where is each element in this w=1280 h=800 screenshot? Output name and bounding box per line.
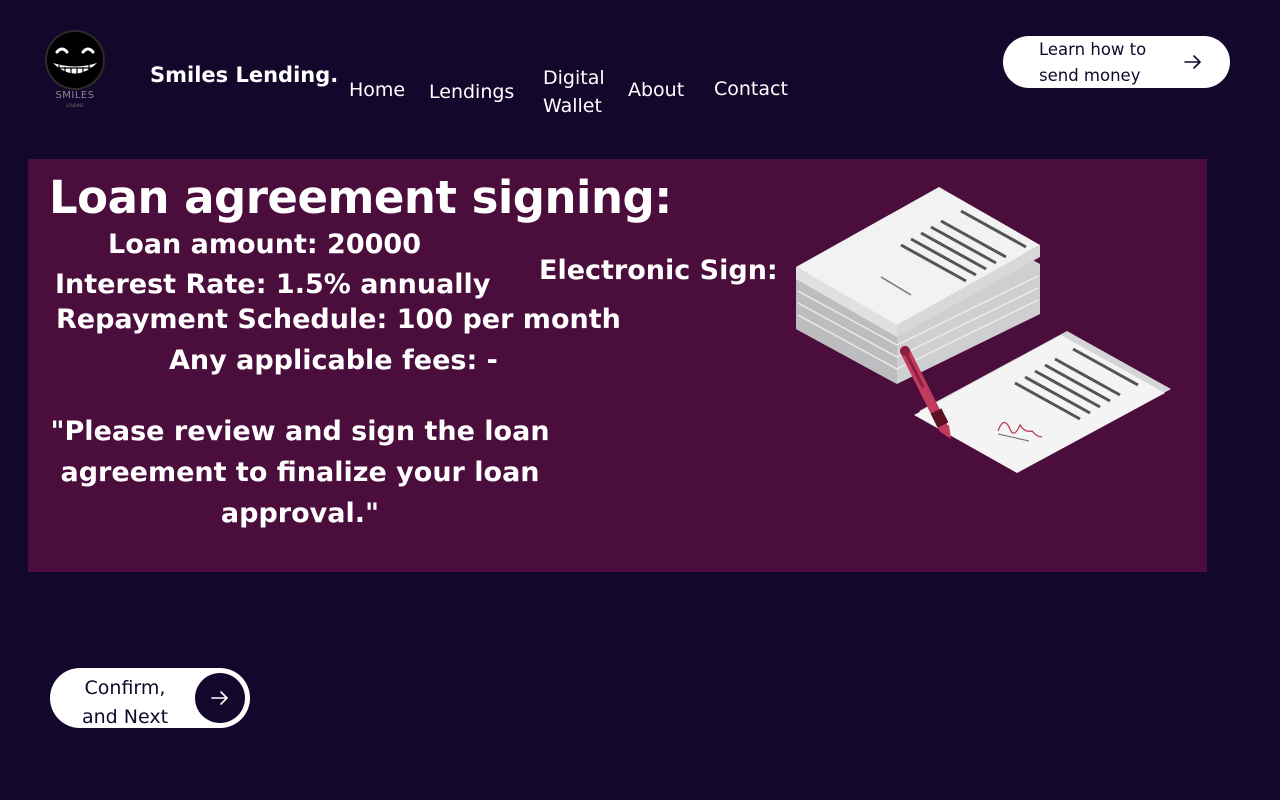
signing-instruction-line3: approval." [220,498,380,529]
page-title: Loan agreement signing: [49,171,672,224]
nav-contact[interactable]: Contact [714,75,788,103]
signing-instruction-line1: "Please review and sign the loan [50,416,550,447]
confirm-next-line2: and Next [81,706,169,728]
confirm-next-label: Confirm, and Next [72,674,178,732]
logo[interactable]: SMILES LENDING [43,30,107,112]
applicable-fees: Any applicable fees: - [169,345,498,376]
loan-agreement-panel: Loan agreement signing: Loan amount: 200… [28,159,1207,572]
signed-documents-pen-illustration [796,187,1171,473]
document-stack-icon [796,187,1040,384]
interest-rate: Interest Rate: 1.5% annually [55,269,491,300]
signing-instruction: "Please review and sign the loan agreeme… [50,411,550,534]
learn-send-money-line2: send money [1039,66,1141,85]
loan-amount: Loan amount: 20000 [108,229,421,260]
learn-send-money-line1: Learn how to [1039,40,1147,59]
nav-digital-wallet-line1: Digital [543,67,605,89]
brand-name[interactable]: Smiles Lending. [150,63,338,87]
learn-send-money-label: Learn how to send money [1039,37,1189,89]
signing-instruction-line2: agreement to finalize your loan [60,457,540,488]
logo-text: SMILES [55,90,95,101]
logo-subtext: LENDING [65,103,85,108]
nav-lendings[interactable]: Lendings [429,78,514,106]
nav-home[interactable]: Home [349,76,405,104]
nav-about[interactable]: About [628,76,684,104]
arrow-right-icon [1184,55,1201,69]
nav-digital-wallet-line2: Wallet [543,95,602,117]
nav-digital-wallet[interactable]: Digital Wallet [543,64,605,120]
confirm-next-line1: Confirm, [84,677,166,699]
confirm-arrow-circle [195,673,245,723]
repayment-schedule: Repayment Schedule: 100 per month [56,304,621,335]
electronic-sign-label: Electronic Sign: [539,255,778,286]
learn-send-money-button[interactable]: Learn how to send money [1003,36,1230,88]
confirm-next-button[interactable]: Confirm, and Next [50,668,250,728]
smiley-face-icon [45,30,105,90]
arrow-right-icon [211,691,228,705]
